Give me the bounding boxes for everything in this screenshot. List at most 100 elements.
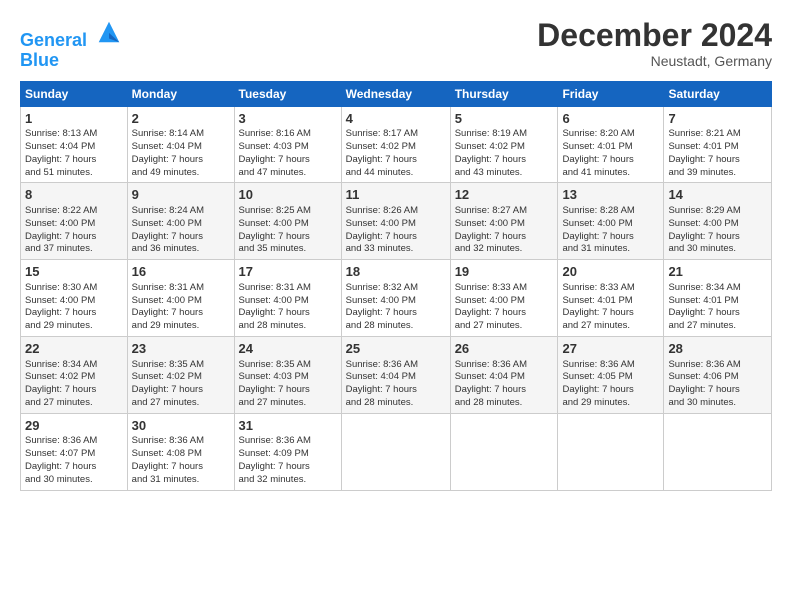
logo-blue: Blue xyxy=(20,51,123,71)
header-day-friday: Friday xyxy=(558,81,664,106)
day-number: 15 xyxy=(25,263,123,281)
day-number: 18 xyxy=(346,263,446,281)
day-info: Sunrise: 8:26 AM Sunset: 4:00 PM Dayligh… xyxy=(346,205,446,256)
day-number: 25 xyxy=(346,340,446,358)
day-info: Sunrise: 8:13 AM Sunset: 4:04 PM Dayligh… xyxy=(25,128,123,179)
calendar-cell: 23Sunrise: 8:35 AM Sunset: 4:02 PM Dayli… xyxy=(127,336,234,413)
logo: General Blue xyxy=(20,18,123,71)
header-day-saturday: Saturday xyxy=(664,81,772,106)
calendar-cell: 25Sunrise: 8:36 AM Sunset: 4:04 PM Dayli… xyxy=(341,336,450,413)
day-info: Sunrise: 8:36 AM Sunset: 4:09 PM Dayligh… xyxy=(239,435,337,486)
day-info: Sunrise: 8:27 AM Sunset: 4:00 PM Dayligh… xyxy=(455,205,554,256)
day-number: 12 xyxy=(455,186,554,204)
calendar-week-4: 22Sunrise: 8:34 AM Sunset: 4:02 PM Dayli… xyxy=(21,336,772,413)
header-day-monday: Monday xyxy=(127,81,234,106)
day-number: 26 xyxy=(455,340,554,358)
day-info: Sunrise: 8:31 AM Sunset: 4:00 PM Dayligh… xyxy=(239,282,337,333)
day-number: 8 xyxy=(25,186,123,204)
day-info: Sunrise: 8:32 AM Sunset: 4:00 PM Dayligh… xyxy=(346,282,446,333)
day-info: Sunrise: 8:14 AM Sunset: 4:04 PM Dayligh… xyxy=(132,128,230,179)
calendar-cell: 16Sunrise: 8:31 AM Sunset: 4:00 PM Dayli… xyxy=(127,260,234,337)
header-day-tuesday: Tuesday xyxy=(234,81,341,106)
day-info: Sunrise: 8:25 AM Sunset: 4:00 PM Dayligh… xyxy=(239,205,337,256)
calendar-table: SundayMondayTuesdayWednesdayThursdayFrid… xyxy=(20,81,772,491)
calendar-cell: 19Sunrise: 8:33 AM Sunset: 4:00 PM Dayli… xyxy=(450,260,558,337)
calendar-cell: 17Sunrise: 8:31 AM Sunset: 4:00 PM Dayli… xyxy=(234,260,341,337)
day-info: Sunrise: 8:33 AM Sunset: 4:01 PM Dayligh… xyxy=(562,282,659,333)
day-info: Sunrise: 8:36 AM Sunset: 4:04 PM Dayligh… xyxy=(346,359,446,410)
logo-icon xyxy=(95,18,123,46)
calendar-cell: 30Sunrise: 8:36 AM Sunset: 4:08 PM Dayli… xyxy=(127,413,234,490)
day-number: 16 xyxy=(132,263,230,281)
day-info: Sunrise: 8:20 AM Sunset: 4:01 PM Dayligh… xyxy=(562,128,659,179)
calendar-cell: 26Sunrise: 8:36 AM Sunset: 4:04 PM Dayli… xyxy=(450,336,558,413)
day-number: 2 xyxy=(132,110,230,128)
day-number: 29 xyxy=(25,417,123,435)
calendar-week-2: 8Sunrise: 8:22 AM Sunset: 4:00 PM Daylig… xyxy=(21,183,772,260)
day-info: Sunrise: 8:36 AM Sunset: 4:07 PM Dayligh… xyxy=(25,435,123,486)
day-info: Sunrise: 8:36 AM Sunset: 4:06 PM Dayligh… xyxy=(668,359,767,410)
day-number: 11 xyxy=(346,186,446,204)
title-block: December 2024 Neustadt, Germany xyxy=(537,18,772,69)
day-number: 9 xyxy=(132,186,230,204)
day-number: 19 xyxy=(455,263,554,281)
day-number: 31 xyxy=(239,417,337,435)
day-number: 28 xyxy=(668,340,767,358)
calendar-cell: 11Sunrise: 8:26 AM Sunset: 4:00 PM Dayli… xyxy=(341,183,450,260)
day-number: 5 xyxy=(455,110,554,128)
header-day-wednesday: Wednesday xyxy=(341,81,450,106)
day-number: 21 xyxy=(668,263,767,281)
day-info: Sunrise: 8:24 AM Sunset: 4:00 PM Dayligh… xyxy=(132,205,230,256)
calendar-cell: 8Sunrise: 8:22 AM Sunset: 4:00 PM Daylig… xyxy=(21,183,128,260)
logo-text: General xyxy=(20,18,123,51)
day-info: Sunrise: 8:19 AM Sunset: 4:02 PM Dayligh… xyxy=(455,128,554,179)
calendar-cell: 27Sunrise: 8:36 AM Sunset: 4:05 PM Dayli… xyxy=(558,336,664,413)
day-number: 24 xyxy=(239,340,337,358)
day-info: Sunrise: 8:33 AM Sunset: 4:00 PM Dayligh… xyxy=(455,282,554,333)
calendar-cell: 10Sunrise: 8:25 AM Sunset: 4:00 PM Dayli… xyxy=(234,183,341,260)
day-info: Sunrise: 8:36 AM Sunset: 4:04 PM Dayligh… xyxy=(455,359,554,410)
day-info: Sunrise: 8:21 AM Sunset: 4:01 PM Dayligh… xyxy=(668,128,767,179)
day-info: Sunrise: 8:30 AM Sunset: 4:00 PM Dayligh… xyxy=(25,282,123,333)
day-number: 10 xyxy=(239,186,337,204)
calendar-cell: 1Sunrise: 8:13 AM Sunset: 4:04 PM Daylig… xyxy=(21,106,128,183)
day-info: Sunrise: 8:31 AM Sunset: 4:00 PM Dayligh… xyxy=(132,282,230,333)
calendar-week-1: 1Sunrise: 8:13 AM Sunset: 4:04 PM Daylig… xyxy=(21,106,772,183)
calendar-cell: 2Sunrise: 8:14 AM Sunset: 4:04 PM Daylig… xyxy=(127,106,234,183)
day-number: 13 xyxy=(562,186,659,204)
day-info: Sunrise: 8:36 AM Sunset: 4:08 PM Dayligh… xyxy=(132,435,230,486)
calendar-cell: 29Sunrise: 8:36 AM Sunset: 4:07 PM Dayli… xyxy=(21,413,128,490)
page-container: General Blue December 2024 Neustadt, Ger… xyxy=(0,0,792,503)
day-number: 1 xyxy=(25,110,123,128)
day-info: Sunrise: 8:17 AM Sunset: 4:02 PM Dayligh… xyxy=(346,128,446,179)
calendar-cell xyxy=(664,413,772,490)
day-info: Sunrise: 8:22 AM Sunset: 4:00 PM Dayligh… xyxy=(25,205,123,256)
day-number: 6 xyxy=(562,110,659,128)
header-day-sunday: Sunday xyxy=(21,81,128,106)
calendar-cell: 21Sunrise: 8:34 AM Sunset: 4:01 PM Dayli… xyxy=(664,260,772,337)
day-number: 23 xyxy=(132,340,230,358)
day-info: Sunrise: 8:34 AM Sunset: 4:02 PM Dayligh… xyxy=(25,359,123,410)
day-info: Sunrise: 8:28 AM Sunset: 4:00 PM Dayligh… xyxy=(562,205,659,256)
calendar-cell: 24Sunrise: 8:35 AM Sunset: 4:03 PM Dayli… xyxy=(234,336,341,413)
calendar-cell: 31Sunrise: 8:36 AM Sunset: 4:09 PM Dayli… xyxy=(234,413,341,490)
calendar-cell: 15Sunrise: 8:30 AM Sunset: 4:00 PM Dayli… xyxy=(21,260,128,337)
page-header: General Blue December 2024 Neustadt, Ger… xyxy=(20,18,772,71)
day-number: 20 xyxy=(562,263,659,281)
day-number: 30 xyxy=(132,417,230,435)
location-subtitle: Neustadt, Germany xyxy=(537,53,772,69)
calendar-cell: 18Sunrise: 8:32 AM Sunset: 4:00 PM Dayli… xyxy=(341,260,450,337)
logo-general: General xyxy=(20,30,87,50)
day-number: 22 xyxy=(25,340,123,358)
day-info: Sunrise: 8:35 AM Sunset: 4:02 PM Dayligh… xyxy=(132,359,230,410)
calendar-cell: 6Sunrise: 8:20 AM Sunset: 4:01 PM Daylig… xyxy=(558,106,664,183)
header-day-thursday: Thursday xyxy=(450,81,558,106)
calendar-body: 1Sunrise: 8:13 AM Sunset: 4:04 PM Daylig… xyxy=(21,106,772,490)
day-info: Sunrise: 8:29 AM Sunset: 4:00 PM Dayligh… xyxy=(668,205,767,256)
calendar-cell: 3Sunrise: 8:16 AM Sunset: 4:03 PM Daylig… xyxy=(234,106,341,183)
calendar-cell: 22Sunrise: 8:34 AM Sunset: 4:02 PM Dayli… xyxy=(21,336,128,413)
calendar-cell xyxy=(450,413,558,490)
calendar-week-3: 15Sunrise: 8:30 AM Sunset: 4:00 PM Dayli… xyxy=(21,260,772,337)
day-number: 14 xyxy=(668,186,767,204)
calendar-cell: 9Sunrise: 8:24 AM Sunset: 4:00 PM Daylig… xyxy=(127,183,234,260)
